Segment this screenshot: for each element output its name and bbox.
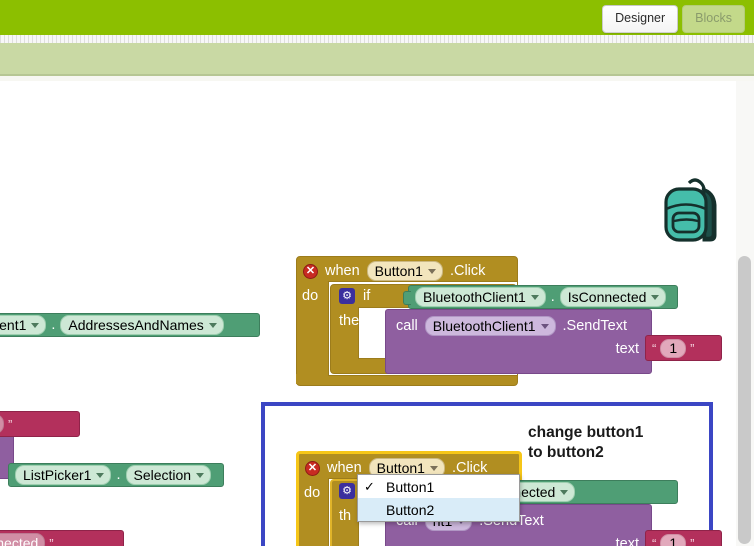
gear-icon[interactable]: ⚙ [339, 483, 355, 499]
delete-block-icon[interactable]: ✕ [303, 263, 318, 279]
condition-property-dropdown[interactable]: IsConnected [559, 287, 667, 307]
chevron-down-icon [208, 323, 217, 328]
component-dropdown-menu[interactable]: ✓ Button1 Button2 [357, 474, 520, 522]
text-value-field[interactable]: ot Connected [0, 533, 46, 546]
text-value-field[interactable]: 1 [660, 338, 687, 358]
text-arg-label: text [615, 536, 639, 546]
blocks-tab[interactable]: Blocks [682, 5, 745, 33]
close-quote: ” [49, 535, 54, 546]
block-getter-addresses[interactable]: nClient1 . AddressesAndNames [0, 313, 260, 337]
close-quote: ” [690, 535, 695, 546]
chevron-down-icon [540, 324, 549, 329]
field-property-label: AddressesAndNames [68, 316, 204, 333]
field-property-label: Selection [133, 466, 192, 483]
toolbar-stripe [0, 35, 754, 43]
gear-icon[interactable]: ⚙ [339, 288, 355, 304]
then-label: then [339, 313, 368, 329]
dropdown-item-button1[interactable]: ✓ Button1 [358, 475, 519, 498]
chevron-down-icon [651, 295, 660, 300]
close-quote: ” [8, 416, 13, 432]
chevron-down-icon [96, 473, 105, 478]
field-component-select[interactable]: ListPicker1 [15, 465, 112, 485]
call-method-label: .SendText [562, 318, 628, 334]
condition-property-label: IsConnected [567, 288, 647, 305]
component-dropdown-button1[interactable]: Button1 [366, 261, 443, 281]
if-label: if [363, 288, 371, 304]
condition-component-dropdown[interactable]: BluetoothClient1 [415, 287, 546, 307]
text-value-field[interactable]: 1 [660, 533, 687, 546]
chevron-down-icon [560, 490, 569, 495]
event-header-row: ✕ when Button1 .Click [303, 261, 485, 281]
block-text-value-top[interactable]: “ 1 ” [645, 335, 722, 361]
dropdown-item-label: Button1 [386, 478, 435, 495]
chevron-down-icon [196, 473, 205, 478]
block-text-value-bottom[interactable]: “ 1 ” [645, 530, 722, 546]
component-name-label: Button1 [374, 262, 423, 279]
chevron-down-icon [530, 295, 539, 300]
call-header-row: call BluetoothClient1 .SendText [396, 316, 627, 336]
block-call-sendtext-top[interactable]: call BluetoothClient1 .SendText text [385, 309, 652, 374]
dropdown-item-label: Button2 [386, 501, 435, 518]
event-name-label: .Click [449, 263, 486, 279]
field-component-select[interactable]: nClient1 [0, 315, 47, 335]
text-value-field[interactable]: nected [0, 414, 5, 434]
block-text-not-connected[interactable]: ot Connected ” [0, 530, 124, 546]
if-header-row: ⚙ if [339, 288, 370, 304]
check-icon: ✓ [364, 478, 375, 494]
annotation-line-2: to button2 [528, 444, 604, 461]
view-toggle-group: Designer Blocks [602, 5, 745, 33]
annotation-text: change button1 to button2 [528, 423, 643, 463]
close-quote: ” [690, 340, 695, 356]
block-getter-listpicker[interactable]: ListPicker1 . Selection [8, 463, 224, 487]
then-label: th [339, 508, 352, 524]
open-quote: “ [652, 340, 657, 356]
field-property-select[interactable]: Selection [125, 465, 212, 485]
text-arg-label: text [615, 341, 639, 357]
do-label: do [304, 485, 321, 501]
delete-block-icon[interactable]: ✕ [305, 460, 320, 476]
annotation-line-1: change button1 [528, 424, 644, 441]
plug-notch [403, 291, 411, 305]
secondary-toolbar [0, 43, 754, 74]
field-component-label: ListPicker1 [23, 466, 92, 483]
dot-separator: . [51, 317, 56, 333]
dot-separator: . [116, 467, 121, 483]
dropdown-item-button2[interactable]: Button2 [358, 498, 519, 521]
vertical-scrollbar-thumb[interactable] [738, 256, 751, 544]
call-component-dropdown[interactable]: BluetoothClient1 [424, 316, 556, 336]
call-component-label: BluetoothClient1 [432, 317, 536, 334]
dot-separator: . [550, 289, 555, 305]
condition-component-label: BluetoothClient1 [423, 288, 526, 305]
open-quote: “ [652, 535, 657, 546]
backpack-icon[interactable] [655, 169, 733, 247]
call-label: call [396, 318, 418, 334]
field-component-label: nClient1 [0, 316, 27, 333]
chevron-down-icon [429, 466, 438, 471]
blocks-workspace[interactable]: nClient1 . AddressesAndNames ListPicker1… [0, 81, 754, 546]
do-label: do [302, 288, 319, 304]
field-property-select[interactable]: AddressesAndNames [60, 315, 224, 335]
when-label: when [325, 263, 360, 279]
block-text-connected[interactable]: nected ” [0, 411, 80, 437]
chevron-down-icon [31, 323, 40, 328]
designer-tab[interactable]: Designer [602, 5, 679, 33]
block-getter-isconnected-top[interactable]: BluetoothClient1 . IsConnected [403, 285, 678, 309]
chevron-down-icon [427, 269, 436, 274]
